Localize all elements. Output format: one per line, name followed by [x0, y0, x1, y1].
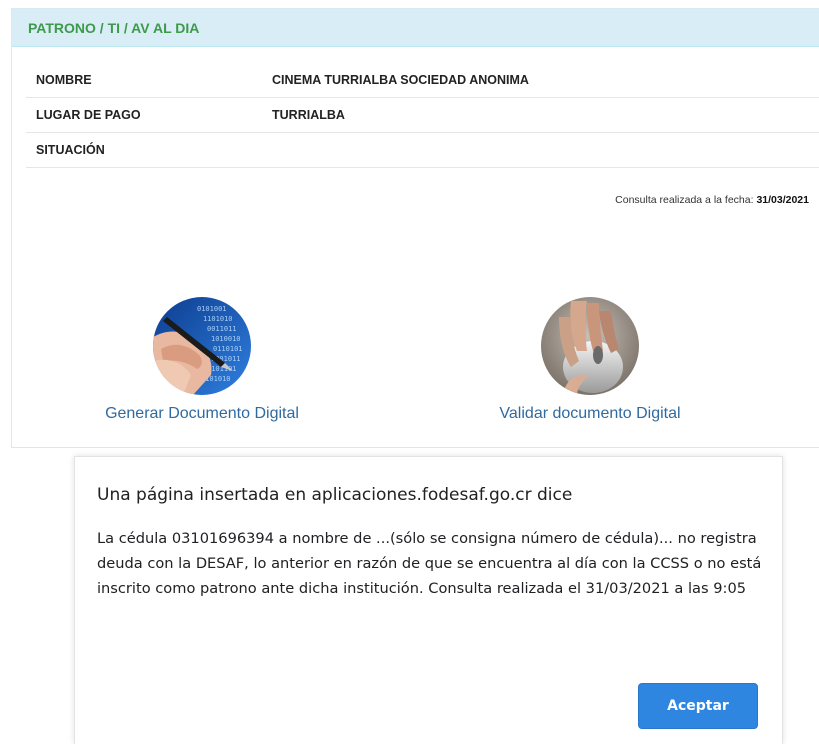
row-value: CINEMA TURRIALBA SOCIEDAD ANONIMA	[262, 63, 819, 98]
svg-text:0101001: 0101001	[197, 305, 227, 313]
employer-info-table: NOMBRE CINEMA TURRIALBA SOCIEDAD ANONIMA…	[26, 63, 819, 168]
svg-text:1101010: 1101010	[203, 315, 233, 323]
hand-pen-digital-icon[interactable]: 0101001 1101010 0011011 1010010 0110101 …	[153, 297, 251, 395]
validate-document-link[interactable]: Validar documento Digital	[460, 405, 720, 423]
row-label: NOMBRE	[26, 63, 262, 98]
row-value	[262, 132, 819, 168]
consult-date-note: Consulta realizada a la fecha: 31/03/202…	[615, 194, 809, 206]
table-row: SITUACIÓN	[26, 132, 819, 168]
row-label: LUGAR DE PAGO	[26, 97, 262, 133]
dialog-title: Una página insertada en aplicaciones.fod…	[97, 485, 573, 505]
page: PATRONO / TI / AV AL DIA NOMBRE CINEMA T…	[0, 0, 819, 744]
hand-mouse-icon[interactable]	[541, 297, 639, 395]
dialog-message: La cédula 03101696394 a nombre de ...(só…	[97, 530, 762, 597]
alert-dialog: Una página insertada en aplicaciones.fod…	[74, 456, 783, 744]
generate-document-tile[interactable]: 0101001 1101010 0011011 1010010 0110101 …	[72, 297, 332, 423]
table-row: LUGAR DE PAGO TURRIALBA	[26, 97, 819, 133]
consult-date-prefix: Consulta realizada a la fecha:	[615, 194, 757, 206]
consult-date-value: 31/03/2021	[756, 194, 809, 206]
employer-status-panel: PATRONO / TI / AV AL DIA NOMBRE CINEMA T…	[11, 8, 819, 448]
table-row: NOMBRE CINEMA TURRIALBA SOCIEDAD ANONIMA	[26, 63, 819, 98]
row-label: SITUACIÓN	[26, 132, 262, 168]
svg-text:0011011: 0011011	[207, 325, 237, 333]
svg-text:1010010: 1010010	[211, 335, 241, 343]
svg-text:0110101: 0110101	[213, 345, 243, 353]
accept-button[interactable]: Aceptar	[638, 683, 758, 729]
validate-document-tile[interactable]: Validar documento Digital	[460, 297, 720, 423]
row-value: TURRIALBA	[262, 97, 819, 133]
generate-document-link[interactable]: Generar Documento Digital	[72, 405, 332, 423]
panel-heading: PATRONO / TI / AV AL DIA	[12, 9, 819, 47]
